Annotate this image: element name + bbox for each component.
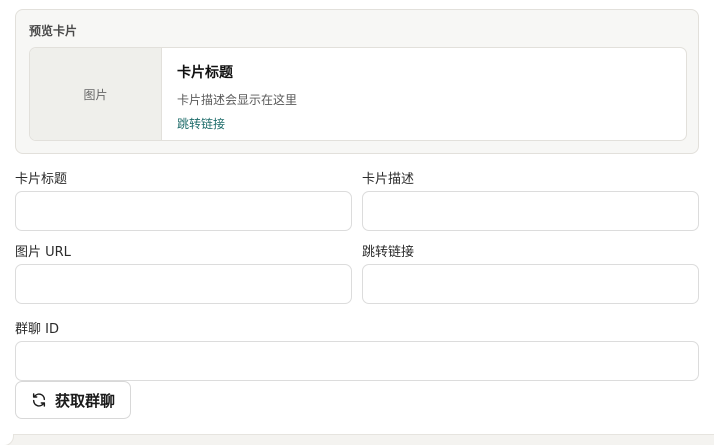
image-url-label: 图片 URL <box>15 245 71 260</box>
card-editor: 预览卡片 图片 卡片标题 卡片描述会显示在这里 跳转链接 卡片标题 卡片描述 图… <box>0 0 714 445</box>
card-body: 卡片标题 卡片描述会显示在这里 跳转链接 <box>177 62 297 132</box>
refresh-icon <box>31 392 47 408</box>
card-title-input[interactable] <box>15 191 352 231</box>
card-preview-title: 卡片标题 <box>177 65 233 81</box>
card-description-label: 卡片描述 <box>362 172 415 187</box>
card-preview-description: 卡片描述会显示在这里 <box>177 93 298 107</box>
image-url-input[interactable] <box>15 264 352 304</box>
preview-panel: 预览卡片 图片 卡片标题 卡片描述会显示在这里 跳转链接 <box>15 9 699 154</box>
group-id-label: 群聊 ID <box>15 322 59 337</box>
card-description-input[interactable] <box>362 191 699 231</box>
jump-link-label: 跳转链接 <box>362 245 415 260</box>
jump-link-input[interactable] <box>362 264 699 304</box>
preview-section-title: 预览卡片 <box>29 24 78 38</box>
bottom-divider <box>0 434 714 445</box>
fetch-groups-label: 获取群聊 <box>54 392 115 410</box>
preview-card: 图片 卡片标题 卡片描述会显示在这里 跳转链接 <box>29 47 687 141</box>
fetch-groups-button[interactable]: 获取群聊 <box>15 381 131 419</box>
card-title-label: 卡片标题 <box>15 172 68 187</box>
card-image-placeholder: 图片 <box>30 48 162 140</box>
group-id-input[interactable] <box>15 341 699 381</box>
card-preview-link[interactable]: 跳转链接 <box>177 115 297 132</box>
